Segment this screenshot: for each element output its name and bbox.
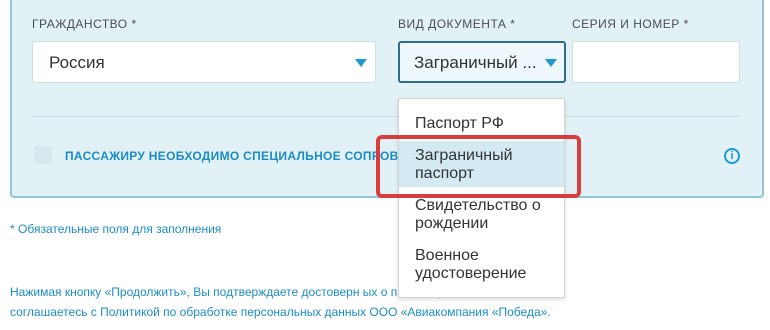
special-assistance-label[interactable]: ПАССАЖИРУ НЕОБХОДИМО СПЕЦИАЛЬНОЕ СОПРОВО <box>65 149 408 163</box>
chevron-down-icon <box>355 59 367 67</box>
citizenship-value: Россия <box>49 53 105 72</box>
divider <box>32 116 740 117</box>
consent-line-1: Нажимая кнопку «Продолжить», Вы подтверж… <box>10 285 467 299</box>
selection-highlight-frame <box>376 135 581 198</box>
citizenship-select[interactable]: Россия <box>32 41 376 83</box>
required-fields-note: * Обязательные поля для заполнения <box>10 222 222 236</box>
dropdown-option-birth-certificate[interactable]: Свидетельство о рождении <box>399 193 564 241</box>
info-icon[interactable]: i <box>724 148 740 164</box>
consent-line-2: соглашаетесь с Политикой по обработке пе… <box>10 305 551 319</box>
citizenship-label: ГРАЖДАНСТВО * <box>32 17 137 31</box>
doc-type-dropdown: Паспорт РФ Заграничный паспорт Свидетель… <box>398 98 565 298</box>
special-assistance-checkbox[interactable] <box>34 146 52 164</box>
dropdown-option-military-id[interactable]: Военное удостоверение <box>399 245 564 293</box>
doc-type-value: Заграничный ... <box>414 53 537 72</box>
series-number-input[interactable] <box>572 41 740 83</box>
chevron-down-icon <box>545 59 557 67</box>
doc-type-select[interactable]: Заграничный ... <box>398 41 566 83</box>
doc-type-label: ВИД ДОКУМЕНТА * <box>398 17 516 31</box>
consent-text: Нажимая кнопку «Продолжить», Вы подтверж… <box>10 282 750 322</box>
series-number-label: СЕРИЯ И НОМЕР * <box>572 17 689 31</box>
